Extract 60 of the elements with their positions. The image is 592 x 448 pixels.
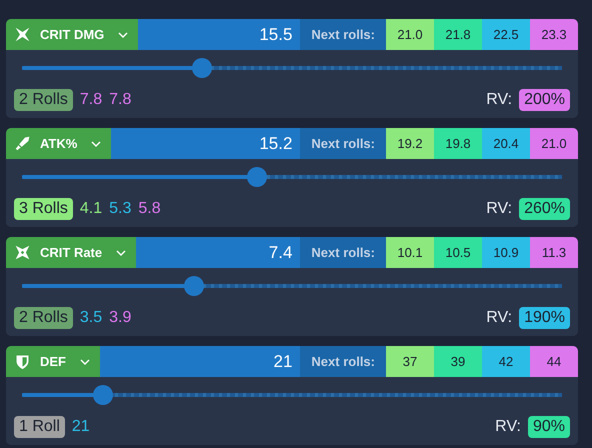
next-roll-value: 42 <box>482 346 530 377</box>
next-roll-value: 21.0 <box>386 19 434 50</box>
next-roll-value: 37 <box>386 346 434 377</box>
rv-badge: 90% <box>528 416 570 438</box>
stat-value: 7.4 <box>136 237 300 268</box>
shield-icon <box>14 353 31 370</box>
roll-value: 3.5 <box>80 309 102 327</box>
stat-value: 15.2 <box>111 128 300 159</box>
rv-badge: 190% <box>519 307 570 329</box>
roll-value: 7.8 <box>109 91 132 109</box>
next-rolls-label: Next rolls: <box>300 128 386 159</box>
rv-badge: 200% <box>519 89 570 111</box>
slider-thumb[interactable] <box>246 167 267 187</box>
next-roll-value: 21.8 <box>434 19 482 50</box>
stat-dropdown[interactable]: ATK% <box>6 128 112 159</box>
star-icon <box>14 26 31 43</box>
rolls-badge: 3 Rolls <box>14 198 73 220</box>
stat-dropdown[interactable]: CRIT DMG <box>6 19 138 50</box>
roll-value: 5.8 <box>138 200 161 218</box>
rv-label: RV: <box>486 91 512 109</box>
next-roll-value: 19.8 <box>434 128 482 159</box>
slider-thumb[interactable] <box>184 276 204 296</box>
next-roll-value: 23.3 <box>530 19 578 50</box>
stat-dropdown[interactable]: DEF <box>6 346 100 377</box>
next-roll-value: 19.2 <box>386 128 434 159</box>
rolls-badge: 2 Rolls <box>14 89 73 111</box>
rv-label: RV: <box>486 200 512 218</box>
next-roll-value: 22.5 <box>482 19 530 50</box>
stat-value: 21 <box>100 346 300 377</box>
roll-value: 21 <box>72 418 90 436</box>
stat-dropdown[interactable]: CRIT Rate <box>6 237 136 268</box>
roll-value: 4.1 <box>80 200 102 218</box>
rv-label: RV: <box>495 418 521 436</box>
sword-icon <box>14 135 31 152</box>
slider-thumb[interactable] <box>93 385 113 405</box>
rv-label: RV: <box>486 309 512 327</box>
next-roll-value: 44 <box>530 346 578 377</box>
roll-value: 7.8 <box>80 91 102 109</box>
next-roll-value: 39 <box>434 346 482 377</box>
rv-badge: 260% <box>519 198 570 220</box>
caret-icon <box>91 140 102 146</box>
roll-value: 3.9 <box>109 309 132 327</box>
roll-value: 5.3 <box>109 200 132 218</box>
rolls-badge: 1 Roll <box>14 416 65 438</box>
caret-icon <box>118 32 128 38</box>
next-roll-value: 20.4 <box>482 128 530 159</box>
slider-thumb[interactable] <box>192 58 212 78</box>
next-roll-value: 10.5 <box>434 237 482 268</box>
next-rolls-label: Next rolls: <box>300 346 386 377</box>
next-rolls-label: Next rolls: <box>300 19 386 50</box>
rolls-badge: 2 Rolls <box>14 307 73 329</box>
caret-icon <box>80 358 90 364</box>
next-rolls-label: Next rolls: <box>300 237 386 268</box>
stat-value: 15.5 <box>138 19 300 50</box>
caret-icon <box>116 250 126 256</box>
next-roll-value: 11.3 <box>530 237 578 268</box>
next-roll-value: 10.1 <box>386 237 434 268</box>
crosshair-icon <box>14 244 31 261</box>
next-roll-value: 21.0 <box>530 128 578 159</box>
next-roll-value: 10.9 <box>482 237 530 268</box>
